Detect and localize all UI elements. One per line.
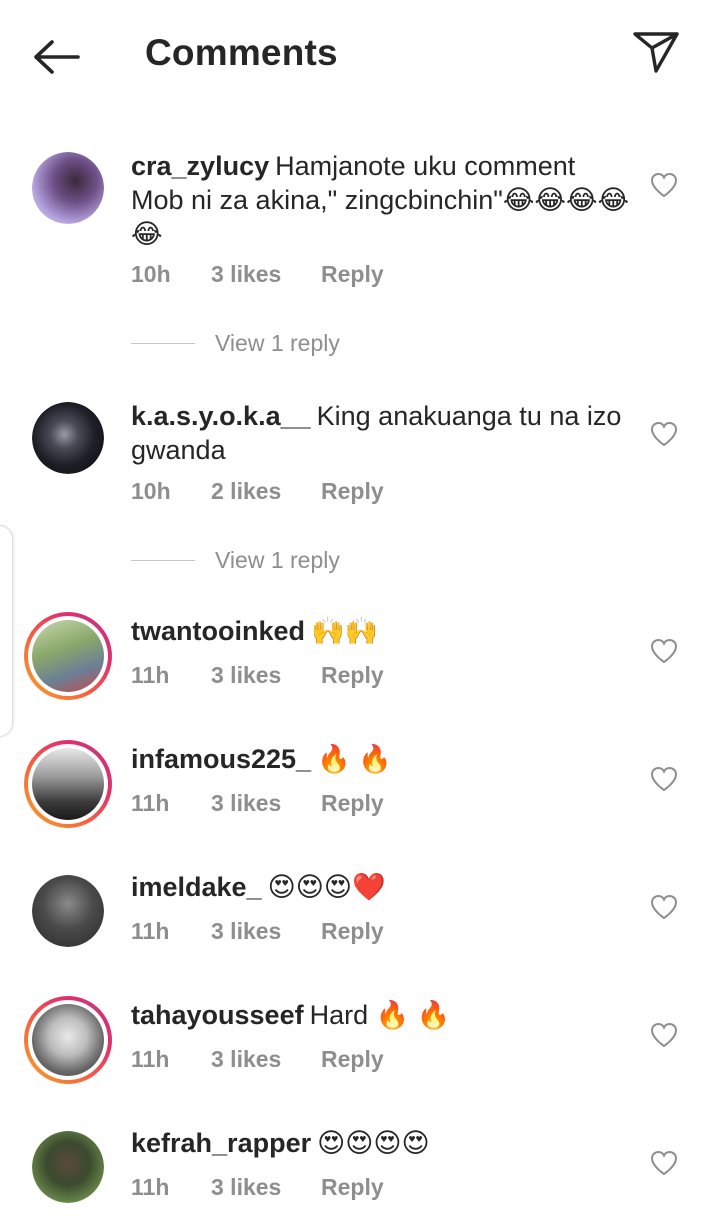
comment-username[interactable]: imeldake_ — [131, 872, 262, 902]
heart-icon[interactable] — [650, 1022, 678, 1048]
avatar[interactable] — [24, 740, 112, 828]
reply-button[interactable]: Reply — [321, 1174, 384, 1201]
reply-button[interactable]: Reply — [321, 478, 384, 505]
heart-icon[interactable] — [650, 638, 678, 664]
comment-time: 11h — [131, 1046, 170, 1072]
heart-icon[interactable] — [650, 894, 678, 920]
view-replies-button[interactable]: View 1 reply — [131, 323, 340, 363]
comment-meta: 11h 3 likes Reply — [131, 790, 384, 817]
avatar[interactable] — [32, 1131, 104, 1203]
comment-username[interactable]: kefrah_rapper — [131, 1128, 311, 1158]
comment-time: 11h — [131, 662, 170, 688]
comment-message: 🙌🙌 — [311, 616, 379, 646]
avatar[interactable] — [24, 612, 112, 700]
divider-line — [131, 559, 195, 561]
comment-meta: 11h 3 likes Reply — [131, 662, 384, 689]
edge-panel-handle[interactable] — [0, 525, 13, 737]
comment-text: cra_zylucy Hamjanote uku comment Mob ni z… — [131, 149, 631, 251]
comment-message: 🔥 🔥 — [317, 744, 392, 774]
comment-time: 11h — [131, 918, 170, 944]
comment-meta: 11h 3 likes Reply — [131, 918, 384, 945]
comment-time: 11h — [131, 790, 170, 816]
comment-username[interactable]: tahayousseef — [131, 1000, 304, 1030]
view-replies-label: View 1 reply — [215, 546, 340, 573]
comment-time: 10h — [131, 261, 171, 287]
comment-text: infamous225_ 🔥 🔥 — [131, 742, 631, 776]
avatar[interactable] — [24, 996, 112, 1084]
heart-icon[interactable] — [650, 421, 678, 447]
comment-message: Hard 🔥 🔥 — [309, 1000, 451, 1030]
comment-likes[interactable]: 3 likes — [211, 790, 321, 817]
comment-text: imeldake_ 😍😍😍❤️ — [131, 870, 631, 904]
comment-message: 😍😍😍😍 — [317, 1128, 430, 1158]
page-title: Comments — [145, 32, 338, 73]
comment-username[interactable]: infamous225_ — [131, 744, 311, 774]
heart-icon[interactable] — [650, 1150, 678, 1176]
reply-button[interactable]: Reply — [321, 790, 384, 817]
avatar[interactable] — [32, 875, 104, 947]
comment-likes[interactable]: 2 likes — [211, 478, 321, 505]
comment-time: 10h — [131, 478, 171, 504]
paper-plane-icon — [633, 32, 679, 73]
comment-likes[interactable]: 3 likes — [211, 1046, 321, 1073]
comment-likes[interactable]: 3 likes — [211, 662, 321, 689]
header-bar: Comments — [0, 0, 720, 110]
back-button[interactable] — [28, 34, 84, 80]
comment-message: 😍😍😍❤️ — [267, 872, 386, 902]
comment-meta: 10h 2 likes Reply — [131, 478, 384, 505]
comment-text: tahayousseef Hard 🔥 🔥 — [131, 998, 631, 1032]
comment-meta: 11h 3 likes Reply — [131, 1174, 384, 1201]
comment-meta: 11h 3 likes Reply — [131, 1046, 384, 1073]
comment-likes[interactable]: 3 likes — [211, 261, 321, 288]
comment-text: twantooinked 🙌🙌 — [131, 614, 631, 648]
avatar[interactable] — [32, 402, 104, 474]
reply-button[interactable]: Reply — [321, 261, 384, 288]
comment-time: 11h — [131, 1174, 170, 1200]
heart-icon[interactable] — [650, 172, 678, 198]
share-button[interactable] — [630, 28, 682, 76]
avatar[interactable] — [32, 152, 104, 224]
comment-likes[interactable]: 3 likes — [211, 1174, 321, 1201]
reply-button[interactable]: Reply — [321, 662, 384, 689]
comment-username[interactable]: cra_zylucy — [131, 151, 269, 181]
comment-likes[interactable]: 3 likes — [211, 918, 321, 945]
reply-button[interactable]: Reply — [321, 918, 384, 945]
comment-text: kefrah_rapper 😍😍😍😍 — [131, 1126, 631, 1160]
comment-username[interactable]: twantooinked — [131, 616, 305, 646]
heart-icon[interactable] — [650, 766, 678, 792]
view-replies-label: View 1 reply — [215, 329, 340, 356]
comment-meta: 10h 3 likes Reply — [131, 261, 384, 288]
arrow-left-icon — [34, 40, 80, 74]
reply-button[interactable]: Reply — [321, 1046, 384, 1073]
comment-username[interactable]: k.a.s.y.o.k.a__ — [131, 401, 311, 431]
divider-line — [131, 342, 195, 344]
comment-text: k.a.s.y.o.k.a__ King anakuanga tu na izo … — [131, 399, 631, 467]
view-replies-button[interactable]: View 1 reply — [131, 540, 340, 580]
